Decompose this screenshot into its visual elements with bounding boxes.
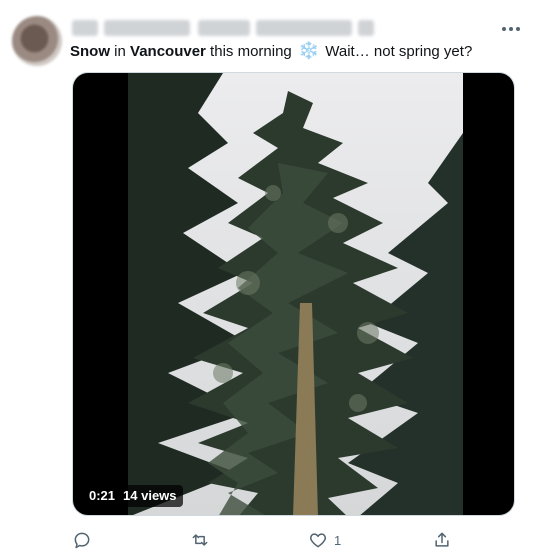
retweet-icon xyxy=(192,534,208,546)
video-frame[interactable] xyxy=(128,73,463,515)
like-count: 1 xyxy=(334,532,342,548)
share-button[interactable] xyxy=(432,528,452,552)
share-icon xyxy=(435,532,449,547)
more-icon xyxy=(502,27,506,31)
tweet-card[interactable]: Snow in Vancouver this morning ❄️ Wait… … xyxy=(0,0,533,560)
retweet-button[interactable] xyxy=(190,528,210,552)
video-views: 14 views xyxy=(123,488,177,503)
video-duration: 0:21 xyxy=(89,488,116,503)
more-options-button[interactable] xyxy=(498,20,524,38)
like-icon xyxy=(310,533,326,548)
video-stats-badge: 0:21 14 views xyxy=(83,485,183,507)
avatar[interactable] xyxy=(12,16,62,66)
reply-button[interactable] xyxy=(72,528,92,552)
tweet-text: Snow in Vancouver this morning ❄️ Wait… … xyxy=(70,41,473,60)
like-button[interactable]: 1 xyxy=(308,528,341,552)
reply-icon xyxy=(74,532,90,549)
tweet-header-blurred xyxy=(70,18,470,38)
tweet-actions: 1 xyxy=(70,528,460,552)
hashtag-snow[interactable]: Snow xyxy=(70,43,110,60)
snowflake-emoji: ❄️ xyxy=(297,41,320,60)
trees-image xyxy=(128,73,463,515)
video-player[interactable]: 0:21 14 views xyxy=(72,72,515,516)
hashtag-vancouver[interactable]: Vancouver xyxy=(130,43,206,60)
